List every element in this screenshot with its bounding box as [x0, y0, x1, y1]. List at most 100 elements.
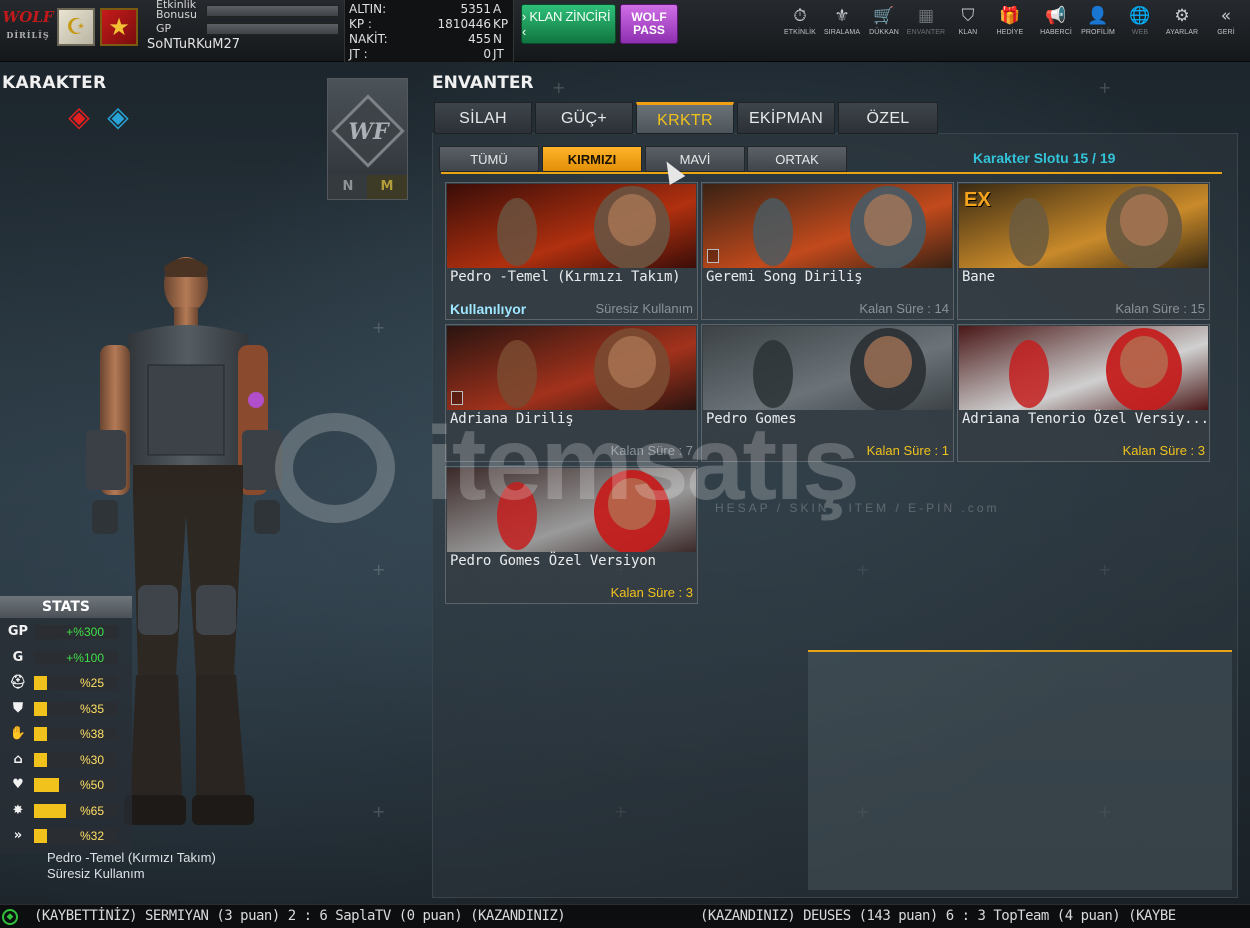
stat-row: ⛊ %35	[4, 699, 128, 719]
currency-unit: KP	[493, 17, 509, 31]
tab-power[interactable]: GÜÇ+	[535, 102, 633, 134]
shield-icon: ◆	[2, 909, 18, 925]
currency-row: KP : 1810446 KP	[349, 17, 511, 32]
currency-unit: JT	[493, 47, 504, 61]
nav-label: ETKİNLİK	[784, 29, 816, 36]
nav-shield-button[interactable]: ⛉ KLAN	[946, 6, 990, 46]
nav-label: GERİ	[1217, 29, 1235, 36]
selected-character-duration: Süresiz Kullanım	[47, 866, 145, 881]
currency-row: NAKİT: 455 N	[349, 32, 511, 47]
currency-unit: N	[493, 32, 502, 46]
inventory-icon: ▦	[917, 6, 935, 26]
card-title: Bane	[962, 269, 995, 285]
decor-plus: +	[372, 318, 386, 337]
card-checkbox[interactable]	[451, 391, 463, 405]
tab-character[interactable]: KRKTR	[636, 102, 734, 134]
character-card[interactable]: Pedro Gomes Kalan Süre : 1	[701, 324, 954, 462]
character-card[interactable]: Pedro -Temel (Kırmızı Takım) Kullanılıyor…	[445, 182, 698, 320]
nav-gift-button[interactable]: 🎁 HEDİYE	[988, 6, 1032, 46]
nav-gear-button[interactable]: ⚙ AYARLAR	[1160, 6, 1204, 46]
nav-inventory-button[interactable]: ▦ ENVANTER	[904, 6, 948, 46]
character-card[interactable]: Pedro Gomes Özel Versiyon Kalan Süre : 3	[445, 466, 698, 604]
decor-plus: +	[372, 560, 386, 579]
nav-ranking-button[interactable]: ⚜ SIRALAMA	[820, 6, 864, 46]
wf-m-button[interactable]: M	[367, 175, 407, 199]
card-remaining-time: Süresiz Kullanım	[595, 301, 693, 316]
card-status: Kullanılıyor	[450, 301, 527, 317]
nav-stopwatch-button[interactable]: ⏱ ETKİNLİK	[778, 6, 822, 46]
stat-row: ✸ %65	[4, 801, 128, 821]
stats-title: STATS	[0, 596, 132, 618]
clan-chain-button[interactable]: › KLAN ZİNCİRİ ‹	[521, 4, 616, 44]
wolf-pass-button[interactable]: WOLF PASS	[620, 4, 678, 44]
card-title: Pedro Gomes	[706, 411, 797, 427]
nav-megaphone-button[interactable]: 📢 HABERCİ	[1034, 6, 1078, 46]
nav-label: HABERCİ	[1040, 29, 1072, 36]
tab-special[interactable]: ÖZEL	[838, 102, 938, 134]
tab-underline	[441, 172, 1222, 174]
gold-icon: G	[12, 649, 24, 665]
character-card[interactable]: EX Bane Kalan Süre : 15	[957, 182, 1210, 320]
character-portrait	[959, 184, 1208, 268]
stat-value: %50	[79, 778, 104, 792]
ranking-icon: ⚜	[834, 6, 850, 26]
stat-value: %30	[79, 752, 104, 767]
blue-team-icon[interactable]: ◈	[101, 100, 135, 134]
helmet-icon: ⛑	[9, 675, 27, 690]
rank-star-icon[interactable]: ★	[100, 8, 138, 46]
stat-value: +%300	[66, 625, 104, 639]
character-card[interactable]: Geremi Song Diriliş Kalan Süre : 14	[701, 182, 954, 320]
wf-n-button[interactable]: N	[328, 175, 368, 199]
tab-weapon[interactable]: SİLAH	[434, 102, 532, 134]
character-panel-title: KARAKTER	[2, 73, 107, 93]
red-team-icon[interactable]: ◈	[62, 100, 96, 134]
wf-emblem-box: WF N M	[327, 78, 408, 200]
match-ticker: ◆ (KAYBETTİNİZ) SERMIYAN (3 puan) 2 : 6 …	[0, 904, 1250, 928]
currency-key: ALTIN:	[349, 2, 387, 16]
stat-row: ♥ %50	[4, 775, 128, 795]
subtab-red[interactable]: KIRMIZI	[542, 146, 642, 172]
back-icon: «	[1220, 6, 1232, 26]
character-card[interactable]: Adriana Tenorio Özel Versiy... Kalan Süre…	[957, 324, 1210, 462]
card-title: Adriana Tenorio Özel Versiy...	[962, 411, 1209, 427]
currency-box: ALTIN: 5351 A KP : 1810446 KP NAKİT: 455…	[344, 0, 514, 62]
card-remaining-time: Kalan Süre : 15	[1115, 301, 1205, 316]
currency-key: KP :	[349, 17, 372, 31]
subtab-all[interactable]: TÜMÜ	[439, 146, 539, 172]
subtab-common[interactable]: ORTAK	[747, 146, 847, 172]
armor-icon: ⛊	[13, 700, 23, 716]
nav-cart-button[interactable]: 🛒 DÜKKAN	[862, 6, 906, 46]
nav-label: ENVANTER	[906, 29, 946, 36]
wolf-pass-line2: PASS	[633, 23, 665, 37]
nav-label: PROFİLİM	[1081, 29, 1115, 36]
nav-label: DÜKKAN	[869, 29, 899, 36]
card-checkbox[interactable]	[707, 249, 719, 263]
stat-value: %38	[79, 727, 104, 741]
currency-value: 0	[483, 47, 491, 61]
card-remaining-time: Kalan Süre : 3	[1122, 443, 1205, 458]
gloves-icon: ✋	[9, 726, 27, 741]
shield-icon: ⛉	[961, 6, 975, 26]
character-portrait	[959, 326, 1208, 410]
game-logo[interactable]: WOLF DİRİLİŞ	[2, 8, 54, 48]
gift-icon: 🎁	[999, 6, 1021, 26]
wf-emblem-letters: WF	[348, 119, 389, 145]
megaphone-icon: 📢	[1045, 6, 1067, 26]
crescent-badge-icon[interactable]: ☪	[57, 8, 95, 46]
gp-label: GP	[156, 22, 172, 35]
tab-equipment[interactable]: EKİPMAN	[737, 102, 835, 134]
stat-row: » %32	[4, 826, 128, 846]
character-portrait	[447, 326, 696, 410]
card-title: Geremi Song Diriliş	[706, 269, 863, 285]
card-remaining-time: Kalan Süre : 3	[610, 585, 693, 600]
nav-profile-button[interactable]: 👤 PROFİLİM	[1076, 6, 1120, 46]
stat-row: GP +%300	[4, 622, 128, 642]
nav-label: WEB	[1131, 29, 1149, 36]
nav-label: SIRALAMA	[823, 29, 861, 36]
nav-back-button[interactable]: « GERİ	[1204, 6, 1248, 46]
stat-value: %25	[79, 676, 104, 690]
character-card[interactable]: Adriana Diriliş Kalan Süre : 7	[445, 324, 698, 462]
ex-badge: EX	[964, 189, 991, 211]
decor-plus: +	[552, 78, 566, 97]
nav-globe-button[interactable]: 🌐 WEB	[1118, 6, 1162, 46]
